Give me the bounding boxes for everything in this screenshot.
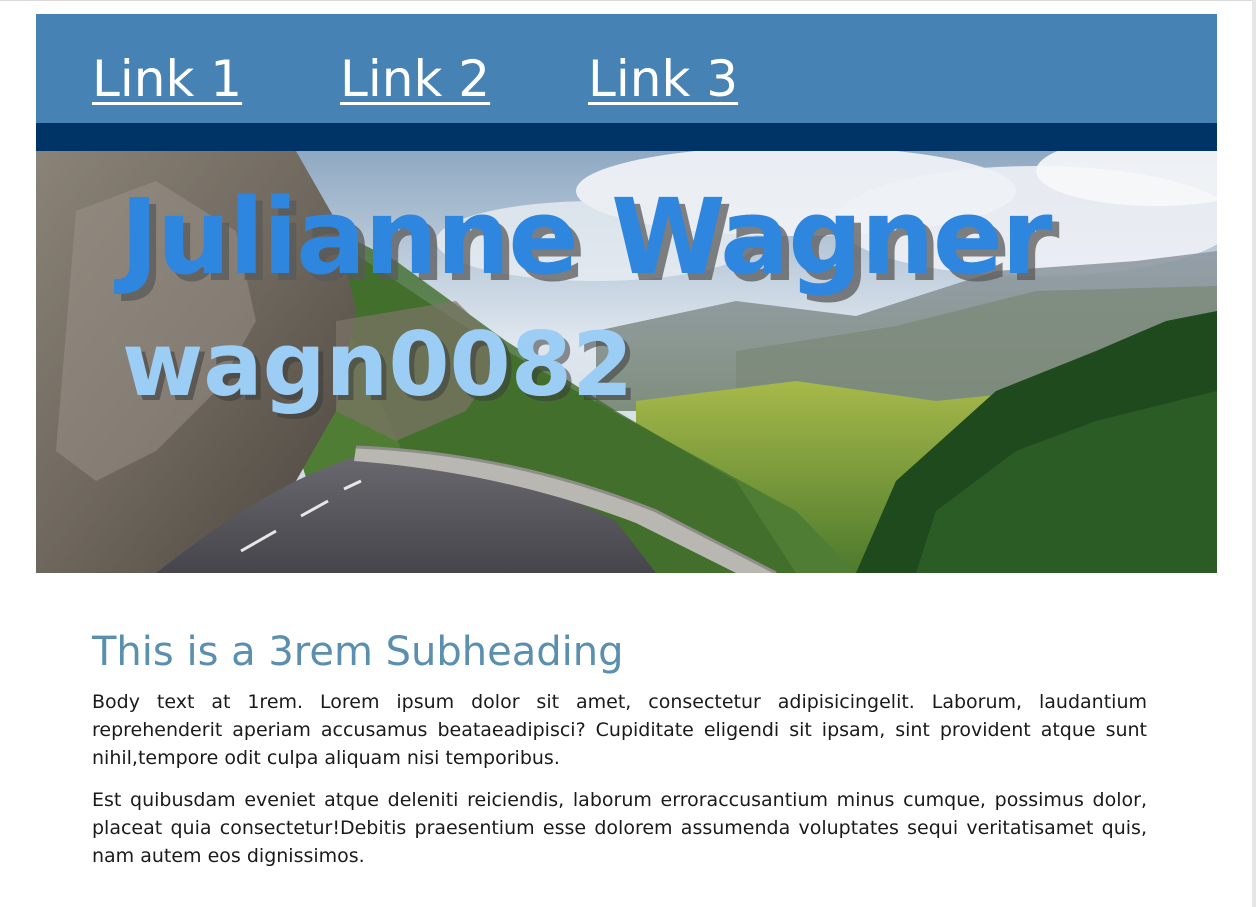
section-subheading: This is a 3rem Subheading: [92, 629, 624, 675]
body-paragraph-2: Est quibusdam eveniet atque deleniti rei…: [92, 789, 1147, 867]
nav-accent-bar: [36, 123, 1217, 151]
top-navigation: Link 1 Link 2 Link 3: [36, 14, 1217, 123]
nav-link-3[interactable]: Link 3: [588, 48, 738, 110]
scrollbar[interactable]: [1252, 0, 1256, 907]
page-container: Link 1 Link 2 Link 3 Julianne Wagner wag…: [36, 14, 1217, 573]
body-paragraph-1: Body text at 1rem. Lorem ipsum dolor sit…: [92, 691, 1147, 769]
hero-banner: Julianne Wagner wagn0082: [36, 151, 1217, 573]
window-top-border: [0, 0, 1256, 1]
hero-title: Julianne Wagner: [120, 176, 1053, 298]
main-content: This is a 3rem Subheading Body text at 1…: [92, 628, 1147, 870]
hero-subtitle: wagn0082: [122, 313, 634, 416]
nav-link-1[interactable]: Link 1: [92, 48, 242, 110]
nav-link-2[interactable]: Link 2: [340, 48, 490, 110]
